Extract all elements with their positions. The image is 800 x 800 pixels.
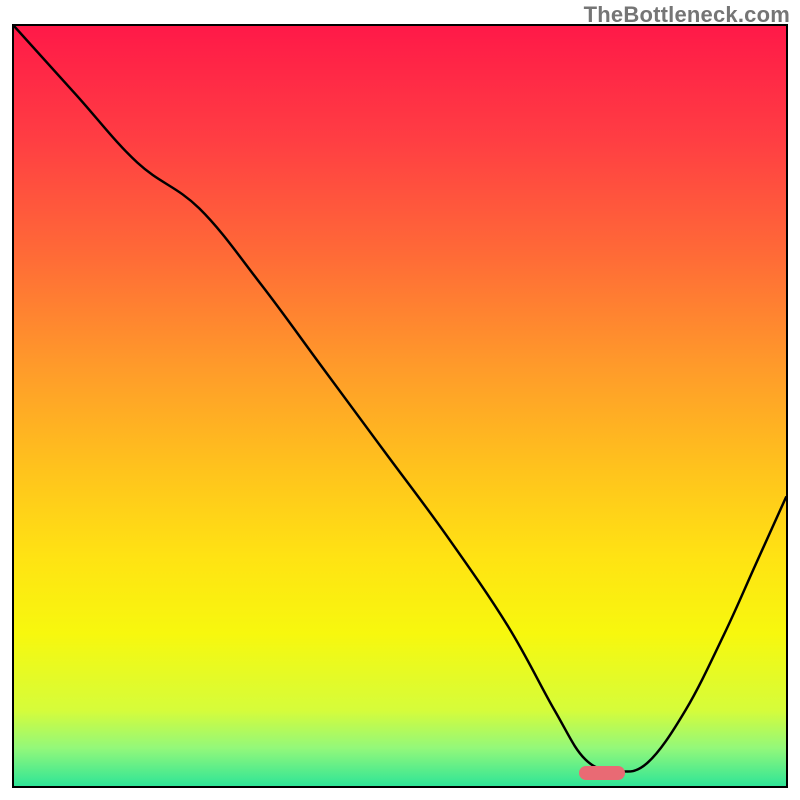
chart-svg xyxy=(14,26,786,786)
gradient-background xyxy=(14,26,786,786)
plot-area xyxy=(12,24,788,788)
optimal-marker xyxy=(579,766,625,780)
chart-container: TheBottleneck.com xyxy=(0,0,800,800)
